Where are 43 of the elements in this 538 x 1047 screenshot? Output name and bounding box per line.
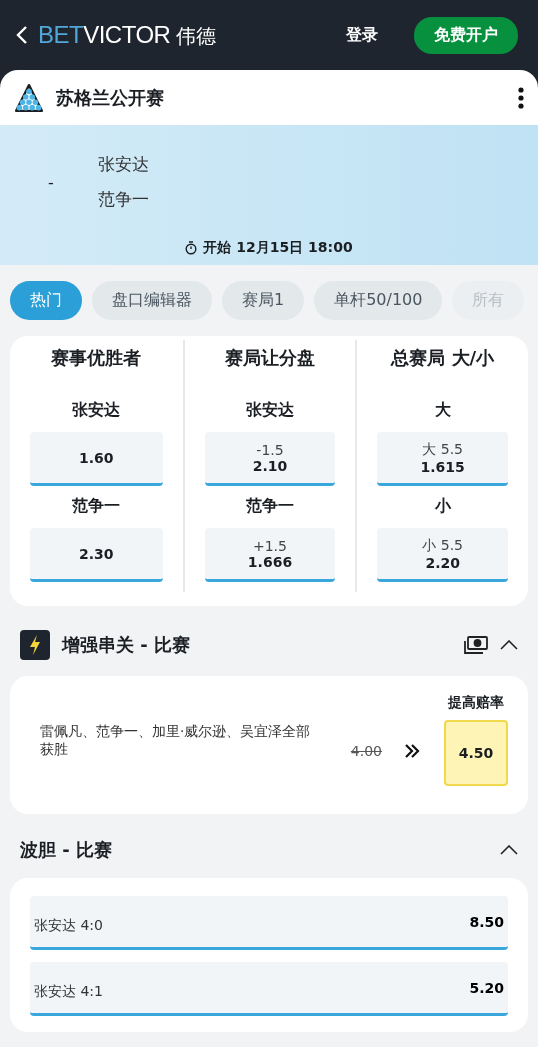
score: - — [48, 172, 54, 192]
odds-button[interactable]: -1.5 2.10 — [204, 432, 336, 486]
snooker-balls-icon — [14, 82, 44, 113]
old-odds: 4.00 — [350, 743, 382, 759]
market-title: 赛局让分盘 — [225, 346, 315, 370]
odds-button[interactable]: 2.30 — [30, 528, 163, 582]
odds-button[interactable]: 张安达 4:1 5.20 — [30, 962, 508, 1016]
selection-name: 张安达 — [246, 400, 294, 421]
odds-button[interactable]: 大 5.5 1.615 — [377, 432, 508, 486]
more-options-icon[interactable] — [518, 86, 524, 109]
section-title: 增强串关 - 比赛 — [62, 633, 191, 657]
odds-button[interactable]: 张安达 4:0 8.50 — [30, 896, 508, 950]
collapse-icon[interactable] — [500, 845, 518, 855]
player-name: 范争一 — [97, 188, 149, 211]
boosted-odds-button[interactable]: 4.50 — [444, 720, 508, 786]
cash-icon[interactable] — [464, 636, 488, 654]
event-title: 苏格兰公开赛 — [56, 85, 165, 110]
market-tab[interactable]: 赛局1 — [222, 281, 305, 320]
double-chevron-icon — [404, 744, 420, 758]
selection-name: 小 — [434, 496, 451, 517]
odds-button[interactable]: 小 5.5 2.20 — [377, 528, 508, 582]
market-tab[interactable]: 单杆50/100 — [314, 281, 443, 320]
selection-name: 范争一 — [246, 496, 294, 517]
odds-button[interactable]: +1.5 1.666 — [204, 528, 336, 582]
market-title: 总赛局 大/小 — [391, 346, 495, 370]
boost-label: 提高赔率 — [448, 694, 504, 712]
selection-name: 范争一 — [72, 496, 121, 517]
section-title: 波胆 - 比赛 — [20, 838, 113, 862]
back-icon[interactable] — [16, 26, 28, 44]
stopwatch-icon — [185, 241, 198, 255]
selection-name: 大 — [434, 400, 451, 421]
collapse-icon[interactable] — [500, 640, 518, 650]
market-title: 赛事优胜者 — [51, 346, 142, 370]
selection-name: 张安达 — [72, 400, 121, 421]
login-button[interactable]: 登录 — [342, 20, 382, 50]
brand-logo[interactable]: BETVICTOR 伟德 — [38, 20, 216, 50]
start-time: 开始 12月15日 18:00 — [203, 239, 353, 257]
signup-button[interactable]: 免费开户 — [414, 16, 518, 54]
odds-button[interactable]: 1.60 — [30, 432, 163, 486]
lightning-icon — [20, 630, 50, 660]
player-name: 张安达 — [97, 153, 149, 176]
market-tab[interactable]: 盘口编辑器 — [92, 281, 212, 320]
boost-description: 雷佩凡、范争一、加里·威尔逊、吴宜泽全部获胜 — [40, 721, 312, 759]
